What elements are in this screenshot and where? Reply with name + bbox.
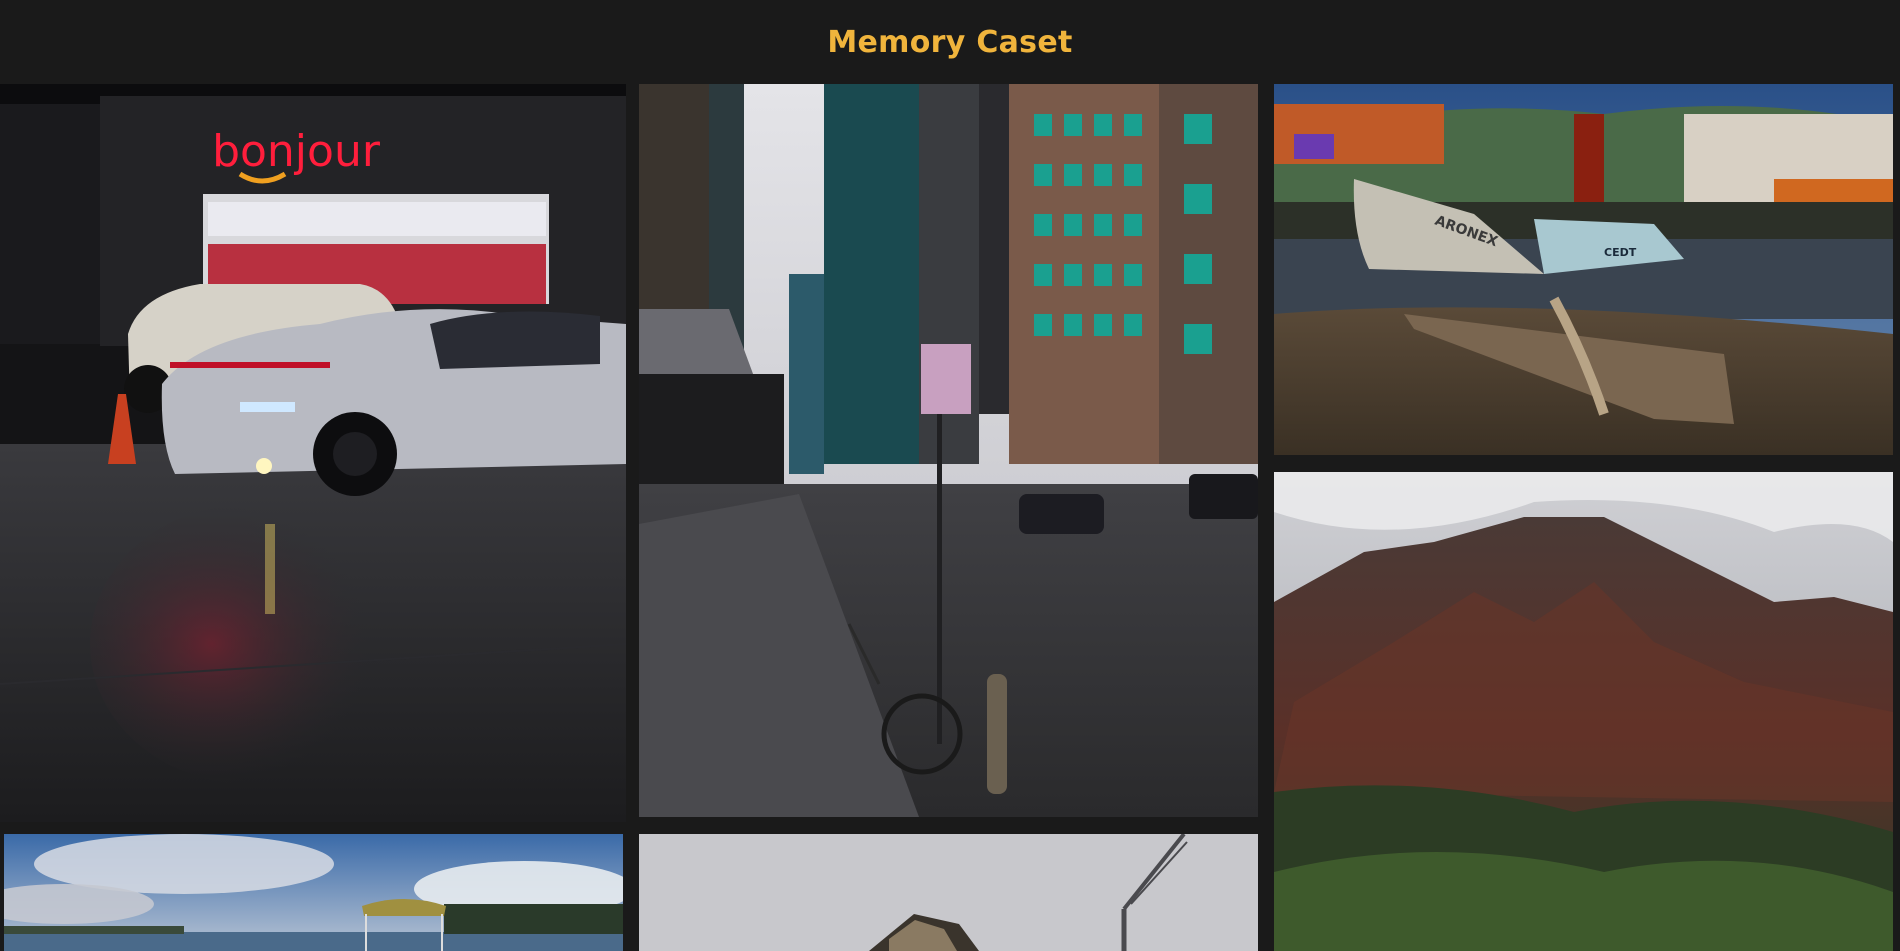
photo-foggy-rooftop-image bbox=[639, 834, 1258, 951]
photo-mountain-image bbox=[1274, 472, 1893, 951]
photo-night-car-store[interactable]: bonjour bbox=[0, 84, 626, 822]
photo-mountain[interactable] bbox=[1274, 472, 1893, 951]
photo-foggy-rooftop[interactable] bbox=[639, 834, 1258, 951]
photo-harbor-shipwreck[interactable]: ARONEX CEDT bbox=[1274, 84, 1893, 455]
photo-harbor-shipwreck-image: ARONEX CEDT bbox=[1274, 84, 1893, 455]
photo-beach-boat-image bbox=[4, 834, 623, 951]
photo-rainy-city-street-image bbox=[639, 84, 1258, 817]
boat-label-text: CEDT bbox=[1604, 246, 1637, 259]
page-title: Memory Caset bbox=[827, 24, 1073, 60]
page-header: Memory Caset bbox=[0, 0, 1900, 84]
store-sign-text: bonjour bbox=[212, 126, 381, 177]
photo-night-car-store-image: bonjour bbox=[0, 84, 626, 822]
photo-beach-boat[interactable] bbox=[4, 834, 623, 951]
photo-rainy-city-street[interactable] bbox=[639, 84, 1258, 817]
